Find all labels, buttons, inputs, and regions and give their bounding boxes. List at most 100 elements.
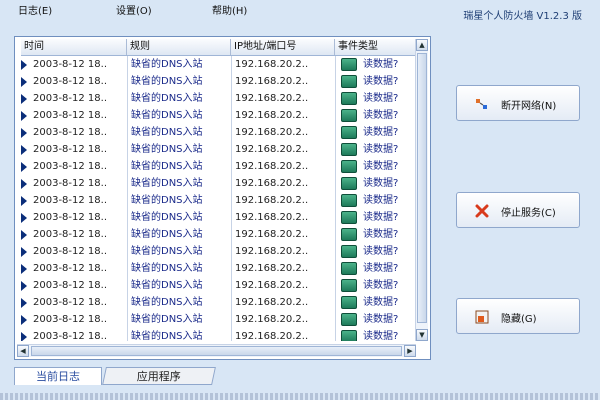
row-time: 2003-8-12 18..	[33, 195, 108, 206]
row-ip: 192.168.20.2..	[235, 331, 309, 341]
row-time: 2003-8-12 18..	[33, 263, 108, 274]
tab-applications[interactable]: 应用程序	[102, 367, 216, 385]
hide-window-icon	[475, 310, 489, 324]
row-event: 读数据?	[363, 331, 399, 341]
network-icon	[341, 126, 357, 139]
horizontal-scrollbar[interactable]: ◀ ▶	[17, 344, 416, 357]
network-icon	[341, 75, 357, 88]
scroll-down-icon[interactable]: ▼	[416, 329, 428, 341]
table-row[interactable]: 2003-8-12 18.. 缺省的DNS入站 192.168.20.2.. 读数据?	[21, 311, 417, 328]
network-icon	[341, 245, 357, 258]
column-time[interactable]: 时间	[21, 39, 127, 55]
table-row[interactable]: 2003-8-12 18.. 缺省的DNS入站 192.168.20.2.. 读数据?	[21, 277, 417, 294]
row-ip: 192.168.20.2..	[235, 178, 309, 189]
disconnect-button[interactable]: 断开网络(N)	[456, 85, 580, 121]
row-event: 读数据?	[363, 178, 399, 189]
scroll-thumb[interactable]	[417, 53, 427, 323]
scroll-thumb[interactable]	[31, 346, 402, 356]
vertical-scrollbar[interactable]: ▲ ▼	[415, 39, 428, 341]
row-rule: 缺省的DNS入站	[131, 161, 203, 172]
menu-settings[interactable]: 设置(O)	[116, 2, 152, 17]
table-row[interactable]: 2003-8-12 18.. 缺省的DNS入站 192.168.20.2.. 读数据?	[21, 294, 417, 311]
table-row[interactable]: 2003-8-12 18.. 缺省的DNS入站 192.168.20.2.. 读数据?	[21, 192, 417, 209]
row-rule: 缺省的DNS入站	[131, 144, 203, 155]
table-row[interactable]: 2003-8-12 18.. 缺省的DNS入站 192.168.20.2.. 读数据?	[21, 158, 417, 175]
table-row[interactable]: 2003-8-12 18.. 缺省的DNS入站 192.168.20.2.. 读数据?	[21, 209, 417, 226]
arrow-right-icon	[21, 332, 27, 341]
table-row[interactable]: 2003-8-12 18.. 缺省的DNS入站 192.168.20.2.. 读数据?	[21, 90, 417, 107]
row-ip: 192.168.20.2..	[235, 314, 309, 325]
row-event: 读数据?	[363, 161, 399, 172]
column-rule[interactable]: 规则	[127, 39, 231, 55]
network-icon	[341, 143, 357, 156]
row-ip: 192.168.20.2..	[235, 93, 309, 104]
row-rule: 缺省的DNS入站	[131, 178, 203, 189]
network-icon	[341, 262, 357, 275]
row-event: 读数据?	[363, 76, 399, 87]
row-time: 2003-8-12 18..	[33, 127, 108, 138]
menu-log[interactable]: 日志(E)	[18, 2, 52, 17]
row-event: 读数据?	[363, 127, 399, 138]
network-icon	[341, 109, 357, 122]
row-event: 读数据?	[363, 263, 399, 274]
row-ip: 192.168.20.2..	[235, 212, 309, 223]
network-icon	[341, 211, 357, 224]
row-rule: 缺省的DNS入站	[131, 280, 203, 291]
arrow-right-icon	[21, 60, 27, 70]
row-time: 2003-8-12 18..	[33, 93, 108, 104]
stop-service-button[interactable]: 停止服务(C)	[456, 192, 580, 228]
table-row[interactable]: 2003-8-12 18.. 缺省的DNS入站 192.168.20.2.. 读数据?	[21, 73, 417, 90]
menu-bar: 日志(E) 设置(O) 帮助(H) 瑞星个人防火墙 V1.2.3 版	[0, 0, 600, 26]
row-time: 2003-8-12 18..	[33, 229, 108, 240]
table-row[interactable]: 2003-8-12 18.. 缺省的DNS入站 192.168.20.2.. 读数据?	[21, 328, 417, 341]
row-event: 读数据?	[363, 229, 399, 240]
scroll-right-icon[interactable]: ▶	[404, 345, 416, 357]
row-time: 2003-8-12 18..	[33, 314, 108, 325]
column-ip[interactable]: IP地址/端口号	[231, 39, 335, 55]
arrow-right-icon	[21, 94, 27, 104]
tab-current-log[interactable]: 当前日志	[14, 367, 102, 385]
table-row[interactable]: 2003-8-12 18.. 缺省的DNS入站 192.168.20.2.. 读数据?	[21, 226, 417, 243]
row-ip: 192.168.20.2..	[235, 297, 309, 308]
list-body: 2003-8-12 18.. 缺省的DNS入站 192.168.20.2.. 读数据?…	[21, 56, 417, 341]
row-time: 2003-8-12 18..	[33, 59, 108, 70]
log-list[interactable]: 时间 规则 IP地址/端口号 事件类型 2003-8-12 18.. 缺省的DNS…	[14, 36, 431, 360]
arrow-right-icon	[21, 196, 27, 206]
row-time: 2003-8-12 18..	[33, 280, 108, 291]
table-row[interactable]: 2003-8-12 18.. 缺省的DNS入站 192.168.20.2.. 读数据?	[21, 260, 417, 277]
row-event: 读数据?	[363, 212, 399, 223]
hide-label: 隐藏(G)	[501, 314, 537, 325]
tab-applications-label: 应用程序	[136, 370, 181, 383]
disconnect-label: 断开网络(N)	[501, 101, 557, 112]
row-ip: 192.168.20.2..	[235, 127, 309, 138]
arrow-right-icon	[21, 264, 27, 274]
table-row[interactable]: 2003-8-12 18.. 缺省的DNS入站 192.168.20.2.. 读数据?	[21, 175, 417, 192]
hide-button[interactable]: 隐藏(G)	[456, 298, 580, 334]
table-row[interactable]: 2003-8-12 18.. 缺省的DNS入站 192.168.20.2.. 读数据?	[21, 107, 417, 124]
row-rule: 缺省的DNS入站	[131, 297, 203, 308]
row-ip: 192.168.20.2..	[235, 161, 309, 172]
network-icon	[341, 92, 357, 105]
row-rule: 缺省的DNS入站	[131, 331, 203, 341]
arrow-right-icon	[21, 315, 27, 325]
row-time: 2003-8-12 18..	[33, 161, 108, 172]
row-event: 读数据?	[363, 280, 399, 291]
row-ip: 192.168.20.2..	[235, 110, 309, 121]
column-event[interactable]: 事件类型	[335, 39, 417, 55]
scroll-left-icon[interactable]: ◀	[17, 345, 29, 357]
row-time: 2003-8-12 18..	[33, 331, 108, 341]
row-time: 2003-8-12 18..	[33, 212, 108, 223]
table-row[interactable]: 2003-8-12 18.. 缺省的DNS入站 192.168.20.2.. 读数据?	[21, 243, 417, 260]
menu-help[interactable]: 帮助(H)	[212, 2, 247, 17]
row-ip: 192.168.20.2..	[235, 229, 309, 240]
table-row[interactable]: 2003-8-12 18.. 缺省的DNS入站 192.168.20.2.. 读数据?	[21, 141, 417, 158]
scroll-up-icon[interactable]: ▲	[416, 39, 428, 51]
row-ip: 192.168.20.2..	[235, 76, 309, 87]
row-rule: 缺省的DNS入站	[131, 76, 203, 87]
row-time: 2003-8-12 18..	[33, 144, 108, 155]
network-icon	[341, 313, 357, 326]
table-row[interactable]: 2003-8-12 18.. 缺省的DNS入站 192.168.20.2.. 读数据?	[21, 56, 417, 73]
table-row[interactable]: 2003-8-12 18.. 缺省的DNS入站 192.168.20.2.. 读数据?	[21, 124, 417, 141]
row-time: 2003-8-12 18..	[33, 178, 108, 189]
arrow-right-icon	[21, 179, 27, 189]
